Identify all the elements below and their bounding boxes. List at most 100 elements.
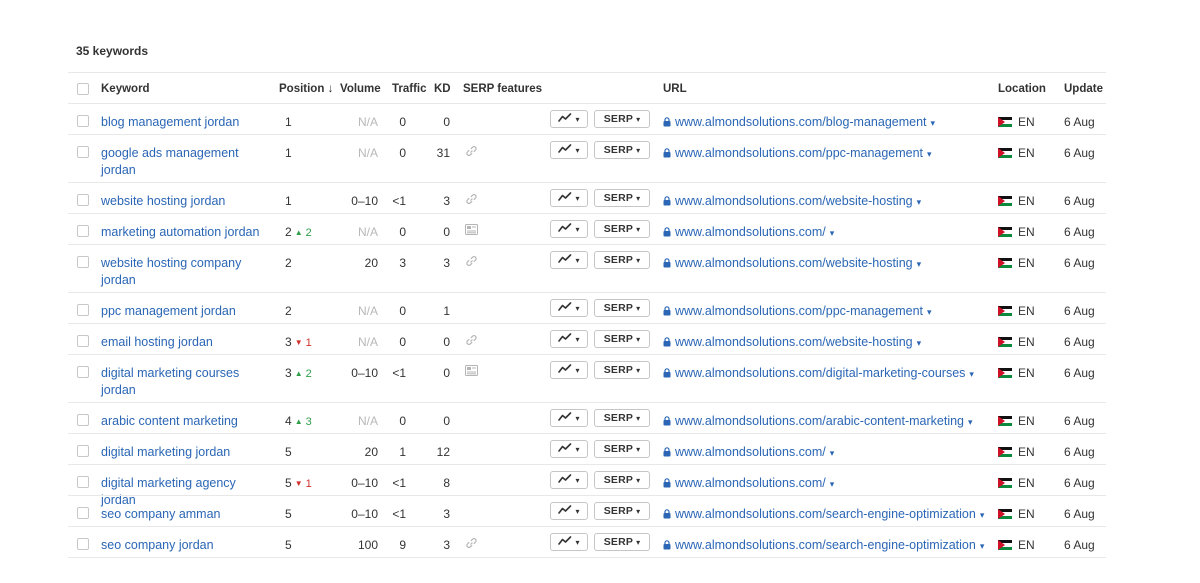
url-link[interactable]: www.almondsolutions.com/ ▾ [663, 444, 834, 462]
url-text: www.almondsolutions.com/ [675, 476, 826, 490]
chevron-down-icon[interactable]: ▾ [917, 197, 922, 207]
chevron-down-icon[interactable]: ▾ [917, 338, 922, 348]
trend-chart-icon [558, 536, 572, 548]
serp-button[interactable]: SERP ▾ [594, 409, 650, 427]
keyword-link[interactable]: website hosting jordan [101, 193, 271, 210]
url-link[interactable]: www.almondsolutions.com/website-hosting ▾ [663, 255, 921, 273]
kd-value: 0 [443, 366, 450, 380]
url-link[interactable]: www.almondsolutions.com/digital-marketin… [663, 365, 974, 383]
update-date: 6 Aug [1064, 414, 1095, 428]
keyword-link[interactable]: ppc management jordan [101, 303, 271, 320]
position-history-button[interactable]: ▾ [550, 409, 588, 427]
url-link[interactable]: www.almondsolutions.com/ppc-management ▾ [663, 145, 932, 163]
arrow-up-icon: ▲ [294, 228, 303, 237]
header-traffic[interactable]: Traffic [392, 81, 427, 98]
url-link[interactable]: www.almondsolutions.com/website-hosting ▾ [663, 334, 921, 352]
table-row: blog management jordan 1 N/A 0 0 ▾ SERP ▾ www.al… [68, 103, 1106, 134]
keyword-link[interactable]: seo company amman [101, 506, 271, 523]
row-checkbox[interactable] [77, 414, 89, 426]
url-link[interactable]: www.almondsolutions.com/ ▾ [663, 475, 834, 493]
row-checkbox[interactable] [77, 366, 89, 378]
chevron-down-icon[interactable]: ▾ [931, 118, 936, 128]
url-link[interactable]: www.almondsolutions.com/ ▾ [663, 224, 834, 242]
url-link[interactable]: www.almondsolutions.com/ppc-management ▾ [663, 303, 932, 321]
serp-button[interactable]: SERP ▾ [594, 141, 650, 159]
keyword-link[interactable]: blog management jordan [101, 114, 271, 131]
keyword-link[interactable]: google ads management jordan [101, 145, 271, 179]
serp-button[interactable]: SERP ▾ [594, 533, 650, 551]
keyword-link[interactable]: digital marketing jordan [101, 444, 271, 461]
position-history-button[interactable]: ▾ [550, 533, 588, 551]
row-checkbox[interactable] [77, 225, 89, 237]
keyword-link[interactable]: arabic content marketing [101, 413, 271, 430]
serp-button[interactable]: SERP ▾ [594, 502, 650, 520]
row-checkbox[interactable] [77, 335, 89, 347]
header-kd[interactable]: KD [434, 81, 451, 98]
keyword-link[interactable]: website hosting company jordan [101, 255, 271, 289]
chevron-down-icon[interactable]: ▾ [830, 448, 835, 458]
url-link[interactable]: www.almondsolutions.com/search-engine-op… [663, 537, 984, 555]
traffic-value: 0 [399, 225, 406, 239]
serp-button[interactable]: SERP ▾ [594, 440, 650, 458]
volume-value: N/A [357, 414, 378, 428]
chevron-down-icon[interactable]: ▾ [968, 417, 973, 427]
update-date: 6 Aug [1064, 146, 1095, 160]
keyword-link[interactable]: marketing automation jordan [101, 224, 271, 241]
chevron-down-icon[interactable]: ▾ [830, 228, 835, 238]
row-checkbox[interactable] [77, 538, 89, 550]
row-checkbox[interactable] [77, 445, 89, 457]
position-history-button[interactable]: ▾ [550, 189, 588, 207]
header-position[interactable]: Position ↓ [279, 81, 333, 98]
keyword-link[interactable]: seo company jordan [101, 537, 271, 554]
serp-button[interactable]: SERP ▾ [594, 299, 650, 317]
row-checkbox[interactable] [77, 476, 89, 488]
position-history-button[interactable]: ▾ [550, 330, 588, 348]
chevron-down-icon[interactable]: ▾ [917, 259, 922, 269]
position-history-button[interactable]: ▾ [550, 251, 588, 269]
chevron-down-icon[interactable]: ▾ [980, 510, 985, 520]
url-link[interactable]: www.almondsolutions.com/arabic-content-m… [663, 413, 973, 431]
image-pack-icon [465, 224, 479, 236]
position-history-button[interactable]: ▾ [550, 220, 588, 238]
serp-button-label: SERP [603, 144, 634, 156]
row-checkbox[interactable] [77, 194, 89, 206]
position-cell: 2 ▲ 2 [285, 224, 312, 242]
url-link[interactable]: www.almondsolutions.com/search-engine-op… [663, 506, 984, 524]
select-all-checkbox[interactable] [77, 83, 89, 95]
position-history-button[interactable]: ▾ [550, 440, 588, 458]
header-volume[interactable]: Volume [340, 81, 381, 98]
position-history-button[interactable]: ▾ [550, 471, 588, 489]
chevron-down-icon: ▾ [575, 444, 580, 454]
serp-button[interactable]: SERP ▾ [594, 361, 650, 379]
position-history-button[interactable]: ▾ [550, 110, 588, 128]
row-checkbox[interactable] [77, 256, 89, 268]
url-link[interactable]: www.almondsolutions.com/blog-management ▾ [663, 114, 935, 132]
keyword-link[interactable]: email hosting jordan [101, 334, 271, 351]
chevron-down-icon[interactable]: ▾ [927, 149, 932, 159]
row-checkbox[interactable] [77, 304, 89, 316]
position-cell: 2 [285, 255, 292, 272]
serp-button[interactable]: SERP ▾ [594, 220, 650, 238]
serp-button[interactable]: SERP ▾ [594, 110, 650, 128]
chevron-down-icon[interactable]: ▾ [980, 541, 985, 551]
position-history-button[interactable]: ▾ [550, 141, 588, 159]
position-history-button[interactable]: ▾ [550, 361, 588, 379]
url-link[interactable]: www.almondsolutions.com/website-hosting ▾ [663, 193, 921, 211]
serp-button[interactable]: SERP ▾ [594, 471, 650, 489]
table-row: digital marketing jordan 5 20 1 12 ▾ SERP ▾ www.… [68, 433, 1106, 464]
serp-button[interactable]: SERP ▾ [594, 330, 650, 348]
row-checkbox[interactable] [77, 507, 89, 519]
chevron-down-icon[interactable]: ▾ [927, 307, 932, 317]
chevron-down-icon[interactable]: ▾ [830, 479, 835, 489]
chevron-down-icon[interactable]: ▾ [969, 369, 974, 379]
serp-button[interactable]: SERP ▾ [594, 251, 650, 269]
position-history-button[interactable]: ▾ [550, 502, 588, 520]
row-checkbox[interactable] [77, 115, 89, 127]
position-history-button[interactable]: ▾ [550, 299, 588, 317]
chevron-down-icon: ▾ [636, 145, 641, 155]
keyword-link[interactable]: digital marketing courses jordan [101, 365, 271, 399]
header-update[interactable]: Update [1064, 81, 1103, 98]
row-checkbox[interactable] [77, 146, 89, 158]
serp-button[interactable]: SERP ▾ [594, 189, 650, 207]
header-keyword[interactable]: Keyword [101, 81, 271, 98]
